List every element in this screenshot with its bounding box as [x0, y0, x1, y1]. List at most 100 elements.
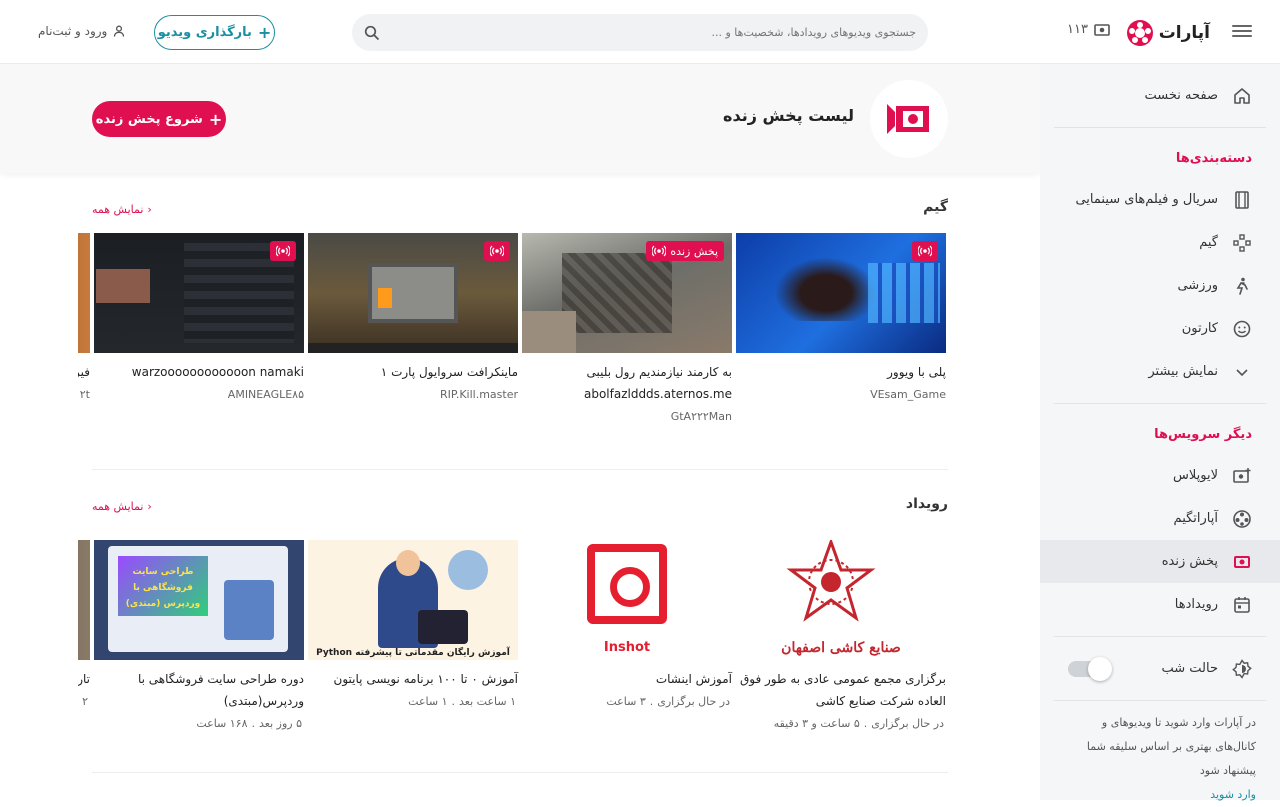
event-status: در حال برگزاری: [657, 695, 730, 708]
event-thumbnail[interactable]: Inshot: [522, 540, 732, 660]
night-mode-toggle[interactable]: [1068, 656, 1112, 681]
event-title[interactable]: برگزاری مجمع عمومی عادی به طور فوق العاد…: [736, 668, 946, 712]
search-box[interactable]: [352, 14, 928, 51]
login-note-text: در آپارات وارد شوید تا ویدیوهای و کانال‌…: [1086, 716, 1256, 777]
sidebar-item-cartoon[interactable]: کارتون: [1040, 307, 1280, 350]
sidebar-item-aparatgame[interactable]: آپاراتگیم: [1040, 497, 1280, 540]
event-card[interactable]: آموزش رایگان مقدماتی تا پیشرفته Python آ…: [308, 540, 518, 708]
page-title: لیست پخش زنده: [723, 106, 854, 125]
event-card[interactable]: صنایع کاشی اصفهان برگزاری مجمع عمومی عاد…: [736, 540, 946, 730]
start-live-label: شروع پخش زنده: [95, 111, 203, 127]
channel-name[interactable]: AMINEAGLE۸۵: [94, 388, 304, 401]
video-thumbnail[interactable]: [78, 233, 90, 353]
logo-icon: [1126, 20, 1153, 46]
plus-icon: +: [257, 23, 272, 42]
login-label: ورود و ثبت‌نام: [38, 24, 108, 38]
event-title[interactable]: تار: [78, 668, 90, 690]
video-card[interactable]: پخش زنده به کارمند نیازمندیم رول بلیبی a…: [522, 233, 732, 423]
event-title[interactable]: آموزش ۰ تا ۱۰۰ برنامه نویسی پایتون: [308, 668, 518, 690]
sidebar-item-live[interactable]: پخش زنده: [1040, 540, 1280, 583]
video-title[interactable]: ماینکرافت سروایول پارت ۱: [308, 361, 518, 383]
event-status: ۵ روز بعد: [259, 717, 302, 730]
menu-icon[interactable]: [1232, 22, 1252, 40]
event-card[interactable]: Inshot آموزش اینشات در حال برگزاری.۳ ساع…: [522, 540, 732, 708]
broadcast-icon: [490, 245, 504, 257]
live-count[interactable]: ۱۱۳: [1067, 22, 1110, 37]
user-icon: [114, 25, 125, 37]
video-card[interactable]: پلی با ویوور VEsam_Game: [736, 233, 946, 401]
show-all-link[interactable]: ‹ نمایش همه: [92, 203, 152, 216]
event-card[interactable]: طراحی سایت فروشگاهی با وردپرس (مبتدی) دو…: [94, 540, 304, 730]
night-mode-row[interactable]: حالت شب: [1040, 647, 1280, 690]
sidebar-item-series[interactable]: سریال و فیلم‌های سینمایی: [1040, 178, 1280, 221]
event-meta: در حال برگزاری.۳ ساعت: [606, 695, 730, 708]
categories-heading: دسته‌بندی‌ها: [1175, 150, 1252, 166]
video-card[interactable]: ماینکرافت سروایول پارت ۱ RIP.Kill.master: [308, 233, 518, 401]
sidebar-item-sport[interactable]: ورزشی: [1040, 264, 1280, 307]
liveplus-icon: [1233, 467, 1251, 483]
start-live-button[interactable]: + شروع پخش زنده: [92, 101, 226, 137]
channel-name[interactable]: ۲t: [78, 388, 90, 401]
sidebar: صفحه نخست دسته‌بندی‌ها سریال و فیلم‌های …: [1040, 64, 1280, 801]
sidebar-item-home[interactable]: صفحه نخست: [1040, 74, 1280, 117]
event-title[interactable]: آموزش اینشات: [522, 668, 732, 690]
video-card[interactable]: warzoooooooooooon namaki AMINEAGLE۸۵: [94, 233, 304, 401]
live-icon: [1234, 555, 1250, 568]
sidebar-item-label: لایوپلاس: [1173, 468, 1218, 483]
broadcast-icon: [652, 245, 667, 257]
chevron-left-icon: ‹: [147, 203, 152, 216]
event-thumb-text: Inshot: [603, 640, 651, 655]
video-thumbnail[interactable]: [736, 233, 946, 353]
logo[interactable]: آپارات: [1126, 18, 1210, 48]
divider: [92, 772, 948, 773]
video-thumbnail[interactable]: پخش زنده: [522, 233, 732, 353]
sidebar-item-liveplus[interactable]: لایوپلاس: [1040, 454, 1280, 497]
video-title[interactable]: warzoooooooooooon namaki: [94, 361, 304, 383]
event-title[interactable]: دوره طراحی سایت فروشگاهی با وردپرس(مبتدی…: [94, 668, 304, 712]
show-all-link[interactable]: ‹ نمایش همه: [92, 500, 152, 513]
main-content: لیست پخش زنده + شروع پخش زنده گیم ‹ نمای…: [0, 64, 1040, 800]
event-thumbnail[interactable]: [78, 540, 90, 660]
sidebar-item-game[interactable]: گیم: [1040, 221, 1280, 264]
video-title[interactable]: فیر: [78, 361, 90, 383]
search-input[interactable]: [386, 26, 916, 39]
banner-icon: [870, 80, 948, 158]
event-card[interactable]: تار ۲: [78, 540, 90, 708]
film-icon: [1235, 190, 1249, 209]
video-card[interactable]: فیر ۲t: [78, 233, 90, 401]
event-thumbnail[interactable]: طراحی سایت فروشگاهی با وردپرس (مبتدی): [94, 540, 304, 660]
login-button[interactable]: ورود و ثبت‌نام: [38, 24, 125, 38]
event-status: ۲: [82, 695, 88, 708]
plus-icon: +: [208, 109, 223, 129]
divider: [1054, 403, 1266, 404]
event-thumbnail[interactable]: صنایع کاشی اصفهان: [736, 540, 946, 660]
video-title[interactable]: به کارمند نیازمندیم رول بلیبی abolfazldd…: [522, 361, 732, 405]
video-title[interactable]: پلی با ویوور: [736, 361, 946, 383]
sidebar-item-label: آپاراتگیم: [1173, 511, 1218, 526]
upload-video-button[interactable]: + بارگذاری ویدیو: [154, 15, 275, 50]
logo-text: آپارات: [1158, 23, 1210, 43]
event-thumbnail[interactable]: آموزش رایگان مقدماتی تا پیشرفته Python: [308, 540, 518, 660]
event-section: رویداد ‹ نمایش همه صنایع کاشی اصفهان برگ…: [78, 494, 948, 774]
login-link[interactable]: وارد شوید: [1210, 788, 1256, 801]
sidebar-item-events[interactable]: رویدادها: [1040, 583, 1280, 626]
chevron-left-icon: ‹: [147, 500, 152, 513]
sidebar-item-show-more[interactable]: نمایش بیشتر: [1040, 350, 1280, 393]
sidebar-item-label: نمایش بیشتر: [1148, 364, 1218, 379]
video-thumbnail[interactable]: [94, 233, 304, 353]
sidebar-item-label: ورزشی: [1177, 278, 1218, 293]
event-meta: در حال برگزاری.۵ ساعت و ۳ دقیقه: [773, 717, 944, 730]
login-note: در آپارات وارد شوید تا ویدیوهای و کانال‌…: [1040, 711, 1280, 807]
channel-name[interactable]: RIP.Kill.master: [308, 388, 518, 401]
event-thumb-text: آموزش رایگان مقدماتی تا پیشرفته Python: [316, 648, 510, 658]
channel-name[interactable]: GtA۲۲۲Man: [522, 410, 732, 423]
channel-name[interactable]: VEsam_Game: [736, 388, 946, 401]
search-icon[interactable]: [364, 25, 380, 41]
calendar-icon: [1234, 596, 1250, 613]
section-title: گیم: [923, 199, 948, 215]
upload-label: بارگذاری ویدیو: [157, 25, 252, 40]
video-thumbnail[interactable]: [308, 233, 518, 353]
sidebar-item-label: پخش زنده: [1161, 554, 1218, 569]
event-status: در حال برگزاری: [871, 717, 944, 730]
sidebar-item-label: رویدادها: [1174, 597, 1218, 612]
